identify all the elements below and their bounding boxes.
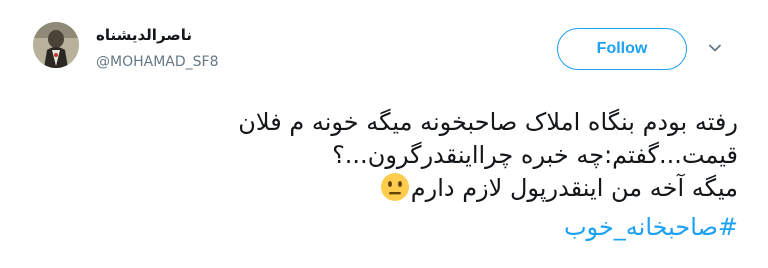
neutral-face-emoji (380, 172, 410, 211)
user-handle[interactable]: @MOHAMAD_SF8 (96, 54, 219, 70)
tweet-line-4: #صاحبخانه_خوب (118, 211, 738, 244)
avatar-image (33, 22, 79, 68)
tweet-text: رفته بودم بنگاه املاک صاحبخونه میگه خونه… (118, 106, 738, 244)
follow-button[interactable]: Follow (557, 28, 687, 70)
tweet-line-2: قیمت...گفتم:چه خبره چرااینقدرگرون...؟ (332, 141, 738, 169)
tweet-line-3: میگه آخه من اینقدرپول لازم دارم (118, 172, 738, 211)
chevron-down-icon[interactable] (707, 40, 723, 56)
tweet-line-1: رفته بودم بنگاه املاک صاحبخونه میگه خونه… (238, 108, 738, 136)
tweet-line-3-text: میگه آخه من اینقدرپول لازم دارم (410, 174, 738, 202)
hashtag-link[interactable]: #صاحبخانه_خوب (564, 213, 738, 241)
avatar[interactable] (33, 22, 79, 68)
display-name[interactable]: ناصرالدیشناه (96, 26, 226, 44)
